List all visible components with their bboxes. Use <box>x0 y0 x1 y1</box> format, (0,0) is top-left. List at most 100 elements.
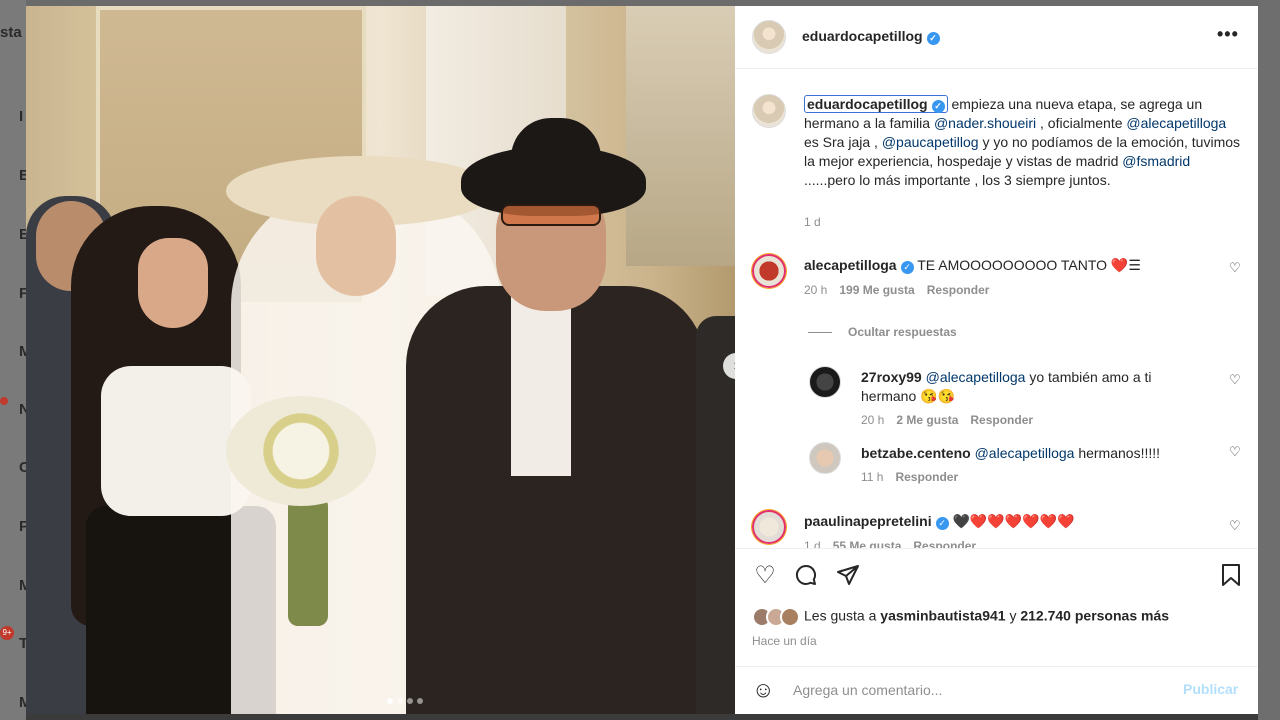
hide-replies-label[interactable]: Ocultar respuestas <box>848 325 957 339</box>
comment-username[interactable]: alecapetilloga <box>804 257 897 273</box>
post-date[interactable]: Hace un día <box>752 634 817 648</box>
heart-icon[interactable]: ♡ <box>1229 260 1241 276</box>
avatar[interactable] <box>752 254 786 288</box>
emoji-icon[interactable]: ☺ <box>752 677 774 703</box>
avatar[interactable] <box>809 442 841 474</box>
reply-button[interactable]: Responder <box>913 539 976 548</box>
heart-icon[interactable]: ♡ <box>752 563 778 589</box>
bookmark-icon[interactable] <box>1218 563 1244 589</box>
likes-join: y <box>1005 607 1021 624</box>
post-photo[interactable]: › <box>26 6 735 714</box>
comment-meta: 1 d 55 Me gusta Responder <box>804 539 976 548</box>
caption-username[interactable]: eduardocapetillog ✓ <box>804 95 948 113</box>
comment-time[interactable]: 20 h <box>804 283 827 297</box>
mention-link[interactable]: @alecapetilloga <box>1126 115 1226 131</box>
comment-likes[interactable]: 199 Me gusta <box>839 283 914 297</box>
comment-username[interactable]: paaulinapepretelini <box>804 513 932 529</box>
avatar[interactable] <box>752 20 786 54</box>
post-header: eduardocapetillog ✓ ••• <box>735 6 1258 69</box>
comment-text: 27roxy99 @alecapetilloga yo también amo … <box>861 368 1191 406</box>
comment-body: 🖤❤️❤️❤️❤️❤️❤️ <box>952 513 1075 529</box>
verified-icon: ✓ <box>931 100 945 113</box>
photo-bride-face <box>316 196 396 296</box>
comment-meta: 11 h Responder <box>861 470 958 484</box>
carousel-dot <box>387 698 393 704</box>
reply-button[interactable]: Responder <box>895 470 958 484</box>
avatar <box>780 607 800 627</box>
background-right <box>1258 0 1280 720</box>
notification-badge: 9+ <box>0 626 14 640</box>
comment-text: paaulinapepretelini ✓ 🖤❤️❤️❤️❤️❤️❤️ <box>804 512 1224 531</box>
comment-meta: 20 h 2 Me gusta Responder <box>861 413 1033 427</box>
add-comment-bar: ☺ Publicar <box>735 666 1258 714</box>
comments-list[interactable]: eduardocapetillog ✓ empieza una nueva eta… <box>735 70 1258 548</box>
bg-letter: I <box>19 108 24 125</box>
caption-fragment: , oficialmente <box>1036 115 1127 131</box>
heart-icon[interactable]: ♡ <box>1229 518 1241 534</box>
comment-icon-svg <box>795 564 816 585</box>
photo-bouquet <box>226 396 376 506</box>
avatar[interactable] <box>752 94 786 128</box>
mention-link[interactable]: @fsmadrid <box>1122 153 1190 169</box>
caption-username-text[interactable]: eduardocapetillog <box>807 96 928 112</box>
caption-fragment: es Sra jaja , <box>804 134 882 150</box>
carousel-dots <box>387 698 423 704</box>
photo-bouquet-stems <box>288 496 328 626</box>
carousel-dot <box>407 698 413 704</box>
background-sidebar: sta I B E F M N C P M T M <box>0 0 32 720</box>
comment-username[interactable]: betzabe.centeno <box>861 445 971 461</box>
carousel-dot <box>417 698 423 704</box>
mention-link[interactable]: @nader.shoueiri <box>934 115 1036 131</box>
mention-link[interactable]: @paucapetillog <box>882 134 979 150</box>
verified-icon: ✓ <box>935 517 949 530</box>
mention-link[interactable]: @alecapetilloga <box>975 445 1075 461</box>
liker-username[interactable]: yasminbautista941 <box>880 608 1005 624</box>
avatar[interactable] <box>809 366 841 398</box>
comment-body: TE AMOOOOOOOOO TANTO ❤️☰ <box>917 257 1141 273</box>
notification-dot <box>0 397 8 405</box>
photo-window <box>626 6 735 266</box>
comment-username[interactable]: 27roxy99 <box>861 369 922 385</box>
author-name[interactable]: eduardocapetillog <box>802 28 923 44</box>
reply-button[interactable]: Responder <box>970 413 1033 427</box>
post-detail-panel: eduardocapetillog ✓ ••• eduardocapetillog… <box>735 6 1258 714</box>
photo-woman-face <box>138 238 208 328</box>
likes-prefix: Les gusta a <box>804 607 881 624</box>
mention-link[interactable]: @alecapetilloga <box>926 369 1026 385</box>
caption-time[interactable]: 1 d <box>804 215 821 229</box>
avatar[interactable] <box>752 510 786 544</box>
share-icon-svg <box>837 565 859 585</box>
comment-time[interactable]: 1 d <box>804 539 821 548</box>
comment-text: betzabe.centeno @alecapetilloga hermanos… <box>861 444 1191 463</box>
comment-likes[interactable]: 2 Me gusta <box>896 413 958 427</box>
verified-icon: ✓ <box>900 261 914 274</box>
carousel-dot <box>397 698 403 704</box>
post-caption: eduardocapetillog ✓ empieza una nueva eta… <box>804 95 1244 190</box>
comment-text: alecapetilloga ✓ TE AMOOOOOOOOO TANTO ❤️☰ <box>804 256 1224 275</box>
comment-icon[interactable] <box>793 563 819 589</box>
comment-body: hermanos!!!!! <box>1074 445 1161 461</box>
reply-button[interactable]: Responder <box>927 283 990 297</box>
liker-avatars <box>752 607 804 627</box>
author-username[interactable]: eduardocapetillog ✓ <box>802 28 940 45</box>
comment-likes[interactable]: 55 Me gusta <box>833 539 902 548</box>
divider <box>808 332 832 334</box>
comment-input[interactable] <box>793 679 1173 701</box>
photo-sunglasses <box>501 204 601 226</box>
bg-letter: sta <box>0 24 22 41</box>
caption-fragment: ......pero lo más importante , los 3 sie… <box>804 172 1111 188</box>
hide-replies-button[interactable]: Ocultar respuestas <box>808 325 957 339</box>
likes-summary[interactable]: Les gusta a yasminbautista941 y 212.740 … <box>752 607 1169 627</box>
verified-icon: ✓ <box>926 32 940 45</box>
more-options-icon[interactable]: ••• <box>1217 24 1239 45</box>
publish-button[interactable]: Publicar <box>1183 681 1238 697</box>
bookmark-icon-svg <box>1222 564 1240 586</box>
photo-groom-shirt <box>511 296 571 476</box>
likes-count[interactable]: 212.740 personas más <box>1020 608 1169 624</box>
share-icon[interactable] <box>835 563 861 589</box>
comment-time[interactable]: 20 h <box>861 413 884 427</box>
comment-meta: 20 h 199 Me gusta Responder <box>804 283 989 297</box>
heart-icon[interactable]: ♡ <box>1229 444 1241 460</box>
heart-icon[interactable]: ♡ <box>1229 372 1241 388</box>
comment-time[interactable]: 11 h <box>861 470 883 484</box>
